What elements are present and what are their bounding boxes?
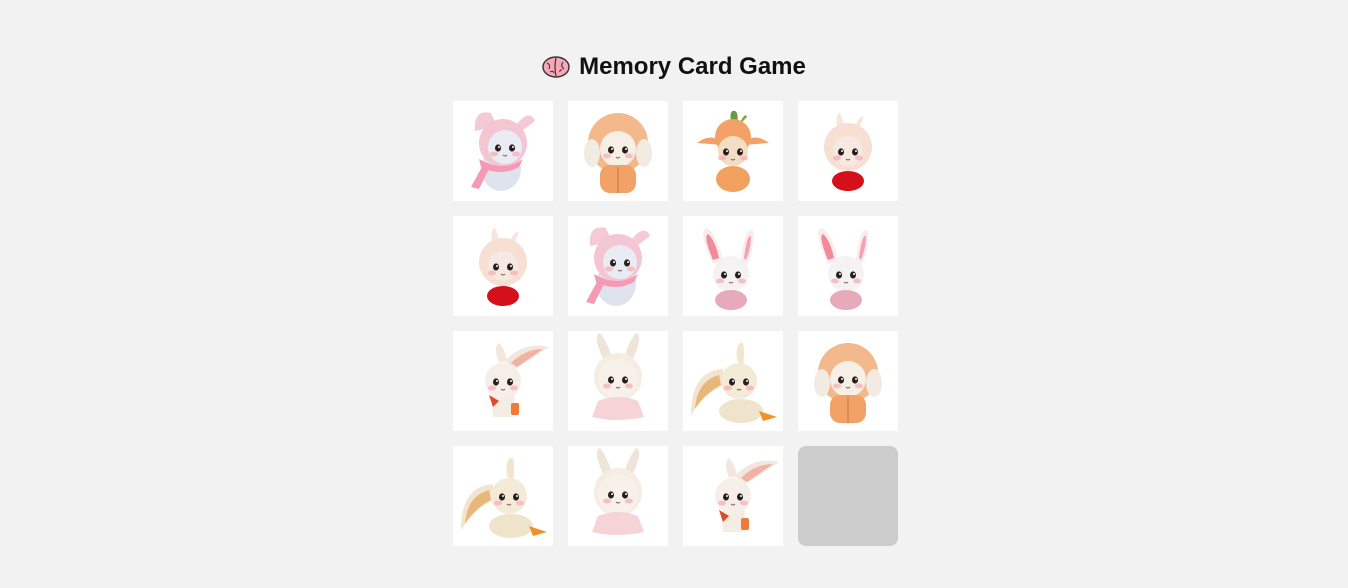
bunny-red-bow-icon — [683, 446, 783, 546]
bunny-sitting-carrot-icon — [453, 446, 553, 546]
bunny-fluffy-red-icon — [453, 216, 553, 316]
bunny-sitting-carrot-icon — [683, 331, 783, 431]
card-face-up[interactable] — [683, 446, 783, 546]
card-face-up[interactable] — [568, 101, 668, 201]
card-face-up[interactable] — [683, 101, 783, 201]
bunny-orange-sweater-icon — [798, 331, 898, 431]
card-face-up[interactable] — [798, 101, 898, 201]
bunny-pink-ears-icon — [798, 216, 898, 316]
bunny-pink-hood-scarf-icon — [568, 216, 668, 316]
bunny-orange-sweater-icon — [568, 101, 668, 201]
card-face-up[interactable] — [568, 216, 668, 316]
bunny-carrot-hat-icon — [683, 101, 783, 201]
bunny-tutu-icon — [568, 446, 668, 546]
card-face-up[interactable] — [453, 216, 553, 316]
card-face-up[interactable] — [453, 331, 553, 431]
card-face-up[interactable] — [683, 216, 783, 316]
title-text: Memory Card Game — [579, 53, 806, 80]
card-face-up[interactable] — [798, 216, 898, 316]
bunny-pink-ears-icon — [683, 216, 783, 316]
card-face-down[interactable] — [798, 446, 898, 546]
card-face-up[interactable] — [453, 446, 553, 546]
bunny-tutu-icon — [568, 331, 668, 431]
card-board — [453, 101, 898, 546]
page-title: Memory Card Game — [0, 48, 1348, 86]
card-face-up[interactable] — [453, 101, 553, 201]
brain-icon — [542, 55, 570, 79]
card-face-up[interactable] — [568, 446, 668, 546]
card-face-up[interactable] — [798, 331, 898, 431]
card-face-up[interactable] — [683, 331, 783, 431]
bunny-red-bow-icon — [453, 331, 553, 431]
bunny-fluffy-red-icon — [798, 101, 898, 201]
bunny-pink-hood-scarf-icon — [453, 101, 553, 201]
card-face-up[interactable] — [568, 331, 668, 431]
